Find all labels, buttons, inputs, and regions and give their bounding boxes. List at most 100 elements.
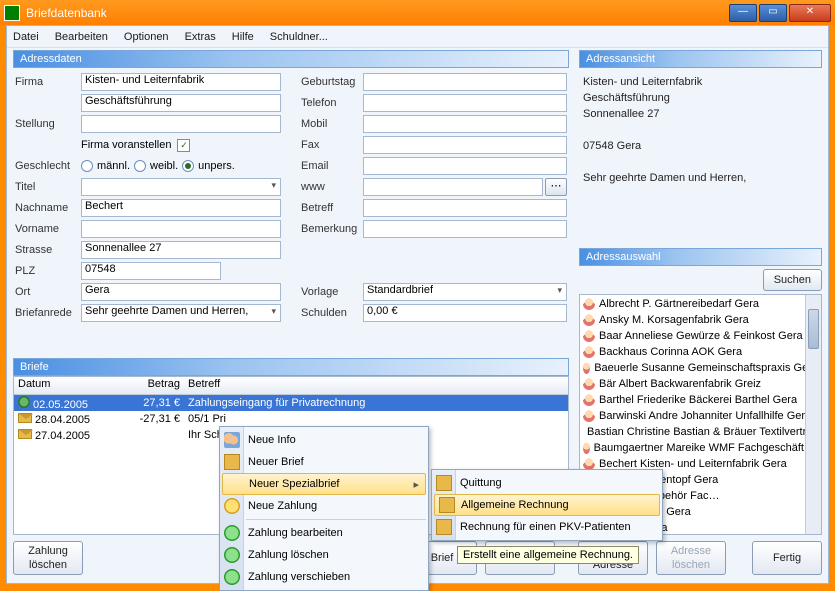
menu-bearbeiten[interactable]: Bearbeiten	[55, 31, 108, 43]
close-button[interactable]: ✕	[789, 4, 831, 22]
telefon-label: Telefon	[301, 97, 363, 109]
coinp-icon	[224, 525, 240, 541]
gender-unpers-radio[interactable]	[182, 160, 194, 172]
gender-male-radio[interactable]	[81, 160, 93, 172]
betreff-input[interactable]	[363, 199, 567, 217]
person-icon	[583, 442, 590, 454]
vorname-label: Vorname	[15, 223, 81, 235]
listbox-scrollbar[interactable]	[805, 295, 821, 534]
list-item[interactable]: Albrecht P. Gärtnereibedarf Gera	[581, 296, 820, 312]
menu-item[interactable]: Zahlung löschen	[220, 544, 428, 566]
adresse-loeschen-button[interactable]: Adresse löschen	[656, 541, 726, 575]
www-input[interactable]	[363, 178, 543, 196]
ort-label: Ort	[15, 286, 81, 298]
fertig-button[interactable]: Fertig	[752, 541, 822, 575]
briefanrede-label: Briefanrede	[15, 307, 81, 319]
strasse-input[interactable]: Sonnenallee 27	[81, 241, 281, 259]
menu-item[interactable]: Neue Zahlung	[220, 495, 428, 517]
minimize-button[interactable]: —	[729, 4, 757, 22]
firma-input-1[interactable]: Kisten- und Leiternfabrik	[81, 73, 281, 91]
strasse-label: Strasse	[15, 244, 81, 256]
email-label: Email	[301, 160, 363, 172]
mail-icon	[224, 454, 240, 470]
mail-icon	[436, 475, 452, 491]
menu-item[interactable]: Zahlung verschieben	[220, 566, 428, 588]
stellung-label: Stellung	[15, 118, 81, 130]
menu-datei[interactable]: Datei	[13, 31, 39, 43]
menu-item[interactable]: Neuer Spezialbrief	[222, 473, 426, 495]
mobil-input[interactable]	[363, 115, 567, 133]
geburtstag-label: Geburtstag	[301, 76, 363, 88]
menu-optionen[interactable]: Optionen	[124, 31, 169, 43]
briefe-header: Briefe	[13, 358, 569, 376]
list-item[interactable]: Ansky M. Korsagenfabrik Gera	[581, 312, 820, 328]
coinp-icon	[224, 547, 240, 563]
vorname-input[interactable]	[81, 220, 281, 238]
list-item[interactable]: Baar Anneliese Gewürze & Feinkost Gera	[581, 328, 820, 344]
bemerkung-input[interactable]	[363, 220, 567, 238]
list-item[interactable]: Barwinski Andre Johanniter Unfallhilfe G…	[581, 408, 820, 424]
list-item[interactable]: Baeuerle Susanne Gemeinschaftspraxis Ger…	[581, 360, 820, 376]
table-row[interactable]: 28.04.2005-27,31 €05/1 Pri	[14, 411, 568, 427]
briefanrede-dropdown[interactable]: Sehr geehrte Damen und Herren,	[81, 304, 281, 322]
nachname-input[interactable]: Bechert	[81, 199, 281, 217]
geburtstag-input[interactable]	[363, 73, 567, 91]
www-browse-button[interactable]: ⋯	[545, 178, 567, 196]
maximize-button[interactable]: ▭	[759, 4, 787, 22]
email-input[interactable]	[363, 157, 567, 175]
menu-schuldner[interactable]: Schuldner...	[270, 31, 328, 43]
person-icon	[583, 330, 595, 342]
person-icon	[583, 298, 595, 310]
menu-hilfe[interactable]: Hilfe	[232, 31, 254, 43]
zahlung-loeschen-button[interactable]: Zahlung löschen	[13, 541, 83, 575]
list-item[interactable]: Bastian Christine Bastian & Bräuer Texti…	[581, 424, 820, 440]
menu-item[interactable]: Neue Info	[220, 429, 428, 451]
titel-dropdown[interactable]	[81, 178, 281, 196]
menu-item[interactable]: Rechnung für einen PKV-Patienten	[432, 516, 662, 538]
bemerkung-label: Bemerkung	[301, 223, 363, 235]
list-item[interactable]: Backhaus Corinna AOK Gera	[581, 344, 820, 360]
plz-input[interactable]: 07548	[81, 262, 221, 280]
stellung-input[interactable]	[81, 115, 281, 133]
col-datum[interactable]: Datum	[14, 377, 124, 394]
col-betrag[interactable]: Betrag	[124, 377, 184, 394]
fax-label: Fax	[301, 139, 363, 151]
nachname-label: Nachname	[15, 202, 81, 214]
titlebar: Briefdatenbank — ▭ ✕	[0, 0, 835, 25]
menu-item[interactable]: Quittung	[432, 472, 662, 494]
mail-icon	[18, 413, 32, 423]
menu-item[interactable]: Zahlung bearbeiten	[220, 522, 428, 544]
firma-label: Firma	[15, 76, 81, 88]
context-submenu: QuittungAllgemeine RechnungRechnung für …	[431, 469, 663, 541]
menu-item[interactable]: Neuer Brief	[220, 451, 428, 473]
firma-voranstellen-checkbox[interactable]: ✓	[177, 139, 190, 152]
vorlage-dropdown[interactable]: Standardbrief	[363, 283, 567, 301]
ort-input[interactable]: Gera	[81, 283, 281, 301]
person-icon	[583, 314, 595, 326]
suchen-button[interactable]: Suchen	[763, 269, 822, 291]
telefon-input[interactable]	[363, 94, 567, 112]
menubar: Datei Bearbeiten Optionen Extras Hilfe S…	[7, 26, 828, 48]
firma-input-2[interactable]: Geschäftsführung	[81, 94, 281, 112]
schulden-label: Schulden	[301, 307, 363, 319]
person-icon	[583, 410, 595, 422]
globe-icon	[18, 396, 30, 408]
table-row[interactable]: 02.05.200527,31 €Zahlungseingang für Pri…	[14, 395, 568, 411]
gender-female-radio[interactable]	[134, 160, 146, 172]
people-icon	[224, 432, 240, 448]
person-icon	[583, 362, 590, 374]
fax-input[interactable]	[363, 136, 567, 154]
list-item[interactable]: Bär Albert Backwarenfabrik Greiz	[581, 376, 820, 392]
list-item[interactable]: Baumgaertner Mareike WMF Fachgeschäft …	[581, 440, 820, 456]
list-item[interactable]: Barthel Friederike Bäckerei Barthel Gera	[581, 392, 820, 408]
adressansicht-header: Adressansicht	[579, 50, 822, 68]
menu-extras[interactable]: Extras	[185, 31, 216, 43]
betreff-label: Betreff	[301, 202, 363, 214]
coin-icon	[224, 498, 240, 514]
adressauswahl-header: Adressauswahl	[579, 248, 822, 266]
adressansicht-text: Kisten- und Leiternfabrik Geschäftsführu…	[579, 68, 822, 192]
menu-item[interactable]: Allgemeine Rechnung	[434, 494, 660, 516]
app-icon	[4, 5, 20, 21]
col-betreff[interactable]: Betreff	[184, 377, 568, 394]
schulden-input[interactable]: 0,00 €	[363, 304, 567, 322]
